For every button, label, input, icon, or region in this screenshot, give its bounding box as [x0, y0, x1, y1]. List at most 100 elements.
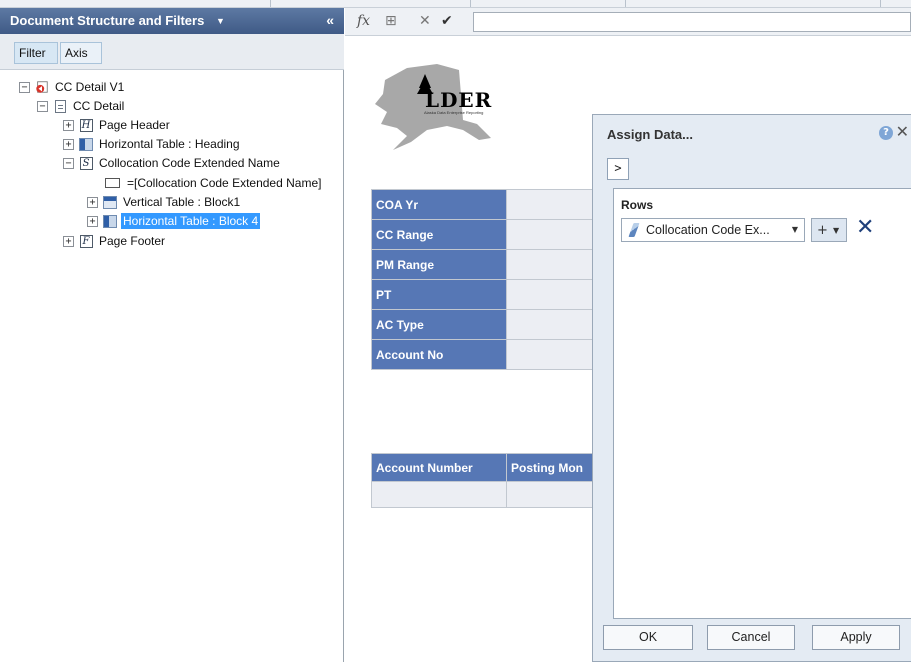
panel-header: Document Structure and Filters ▼ «: [0, 8, 344, 34]
chevron-down-icon[interactable]: ▼: [833, 226, 839, 235]
row-value: [506, 309, 599, 340]
assign-data-dialog: Assign Data... ? ✕ > Rows Collocation Co…: [592, 114, 911, 662]
row-header: AC Type: [371, 309, 507, 340]
top-toolbar-strip: [0, 0, 911, 8]
alder-logo: LDER Alaska Data Enterprise Reporting: [367, 50, 517, 150]
tree-label: Collocation Code Extended Name: [99, 156, 280, 170]
dialog-title: Assign Data...: [607, 127, 693, 142]
toolbar-divider: [470, 0, 471, 7]
logo-subtitle: Alaska Data Enterprise Reporting: [424, 110, 484, 115]
row-header: PM Range: [371, 249, 507, 280]
dimension-icon: [628, 223, 640, 237]
section-icon: S: [79, 156, 93, 170]
ok-button[interactable]: OK: [603, 625, 693, 650]
help-icon[interactable]: ?: [879, 126, 893, 140]
row-dimension-value: Collocation Code Ex...: [646, 223, 770, 237]
table-cell: [506, 481, 599, 508]
tab-filter[interactable]: Filter: [14, 42, 58, 64]
collapse-toggle-icon[interactable]: −: [63, 157, 74, 169]
table-row: PT: [371, 279, 599, 310]
tree-node-block4-table[interactable]: + Horizontal Table : Block 4: [87, 212, 261, 230]
column-header: Posting Mon: [506, 453, 599, 482]
filters-table[interactable]: COA Yr CC Range PM Range PT AC Type Acco…: [371, 189, 599, 370]
expand-toggle-icon[interactable]: +: [87, 196, 98, 208]
chevron-down-icon[interactable]: ▼: [792, 225, 798, 234]
vertical-table-icon: [103, 195, 117, 209]
tab-axis[interactable]: Axis: [60, 42, 102, 64]
expand-toggle-icon[interactable]: +: [87, 215, 98, 227]
collapse-panel-button[interactable]: «: [326, 12, 334, 28]
rows-drop-zone[interactable]: Rows Collocation Code Ex... ▼ + ▼ ✕: [613, 188, 911, 619]
tree-label: Page Header: [99, 118, 170, 132]
table-header-row: Account Number Posting Mon: [371, 453, 599, 482]
column-header: Account Number: [371, 453, 507, 482]
row-value: [506, 219, 599, 250]
formula-input[interactable]: [473, 12, 911, 32]
close-icon[interactable]: ✕: [896, 122, 909, 141]
rows-title: Rows: [621, 198, 654, 212]
tree-label: Page Footer: [99, 234, 166, 248]
tree-label: =[Collocation Code Extended Name]: [127, 176, 322, 190]
tree-node-page-footer[interactable]: + F Page Footer: [63, 232, 167, 250]
panel-tabbar: Filter Axis: [0, 34, 344, 70]
logo-text: LDER: [425, 88, 493, 112]
collapse-toggle-icon[interactable]: −: [19, 81, 30, 93]
table-row: PM Range: [371, 249, 599, 280]
table-row: COA Yr: [371, 189, 599, 220]
tree-node-vertical-table[interactable]: + Vertical Table : Block1: [87, 193, 242, 211]
cancel-formula-icon[interactable]: ✕: [419, 13, 431, 29]
expand-objects-button[interactable]: >: [607, 158, 629, 180]
tree-label: Horizontal Table : Heading: [99, 137, 240, 151]
row-value: [506, 189, 599, 220]
toolbar-divider: [270, 0, 271, 7]
cancel-button[interactable]: Cancel: [707, 625, 795, 650]
row-value: [506, 339, 599, 370]
panel-menu-caret-icon[interactable]: ▼: [216, 16, 225, 26]
tree-node-page-header[interactable]: + H Page Header: [63, 116, 172, 134]
tree-label: Vertical Table : Block1: [123, 195, 241, 209]
tree-node-heading-table[interactable]: + Horizontal Table : Heading: [63, 135, 242, 153]
tree-label: CC Detail: [73, 99, 125, 113]
tree-label: Horizontal Table : Block 4: [121, 213, 261, 229]
table-row: Account No: [371, 339, 599, 370]
expand-toggle-icon[interactable]: +: [63, 119, 74, 131]
expand-toggle-icon[interactable]: +: [63, 138, 74, 150]
validate-formula-icon[interactable]: ✔: [441, 13, 453, 29]
table-row: [371, 481, 599, 508]
formula-editor-icon[interactable]: ⊞: [385, 13, 397, 29]
table-row: CC Range: [371, 219, 599, 250]
document-icon: [35, 80, 49, 94]
horizontal-table-icon: [79, 137, 93, 151]
tree-label: CC Detail V1: [55, 80, 125, 94]
block4-table[interactable]: Account Number Posting Mon: [371, 453, 599, 508]
cell-icon: [103, 176, 121, 190]
row-value: [506, 249, 599, 280]
add-object-button[interactable]: + ▼: [811, 218, 847, 242]
remove-object-icon[interactable]: ✕: [856, 216, 874, 240]
row-header: CC Range: [371, 219, 507, 250]
collapse-toggle-icon[interactable]: −: [37, 100, 48, 112]
document-structure-panel: Document Structure and Filters ▼ « Filte…: [0, 8, 344, 662]
report-page-icon: [53, 99, 67, 113]
plus-icon: +: [817, 222, 828, 238]
row-header: PT: [371, 279, 507, 310]
row-value: [506, 279, 599, 310]
row-header: COA Yr: [371, 189, 507, 220]
tree-node-section[interactable]: − S Collocation Code Extended Name: [63, 154, 282, 172]
formula-bar: fx ⊞ ✕ ✔: [345, 8, 911, 36]
panel-title: Document Structure and Filters: [10, 13, 205, 28]
apply-button[interactable]: Apply: [812, 625, 900, 650]
expand-toggle-icon[interactable]: +: [63, 235, 74, 247]
tree-node-report[interactable]: − CC Detail: [37, 97, 126, 115]
table-row: AC Type: [371, 309, 599, 340]
tree-node-cell[interactable]: =[Collocation Code Extended Name]: [103, 174, 323, 192]
header-icon: H: [79, 118, 93, 132]
row-header: Account No: [371, 339, 507, 370]
horizontal-table-icon: [103, 214, 117, 228]
tree-node-root[interactable]: − CC Detail V1: [19, 78, 126, 96]
footer-icon: F: [79, 234, 93, 248]
toolbar-divider: [625, 0, 626, 7]
table-cell: [371, 481, 507, 508]
formula-fx-icon[interactable]: fx: [357, 13, 370, 29]
row-dimension-select[interactable]: Collocation Code Ex... ▼: [621, 218, 805, 242]
